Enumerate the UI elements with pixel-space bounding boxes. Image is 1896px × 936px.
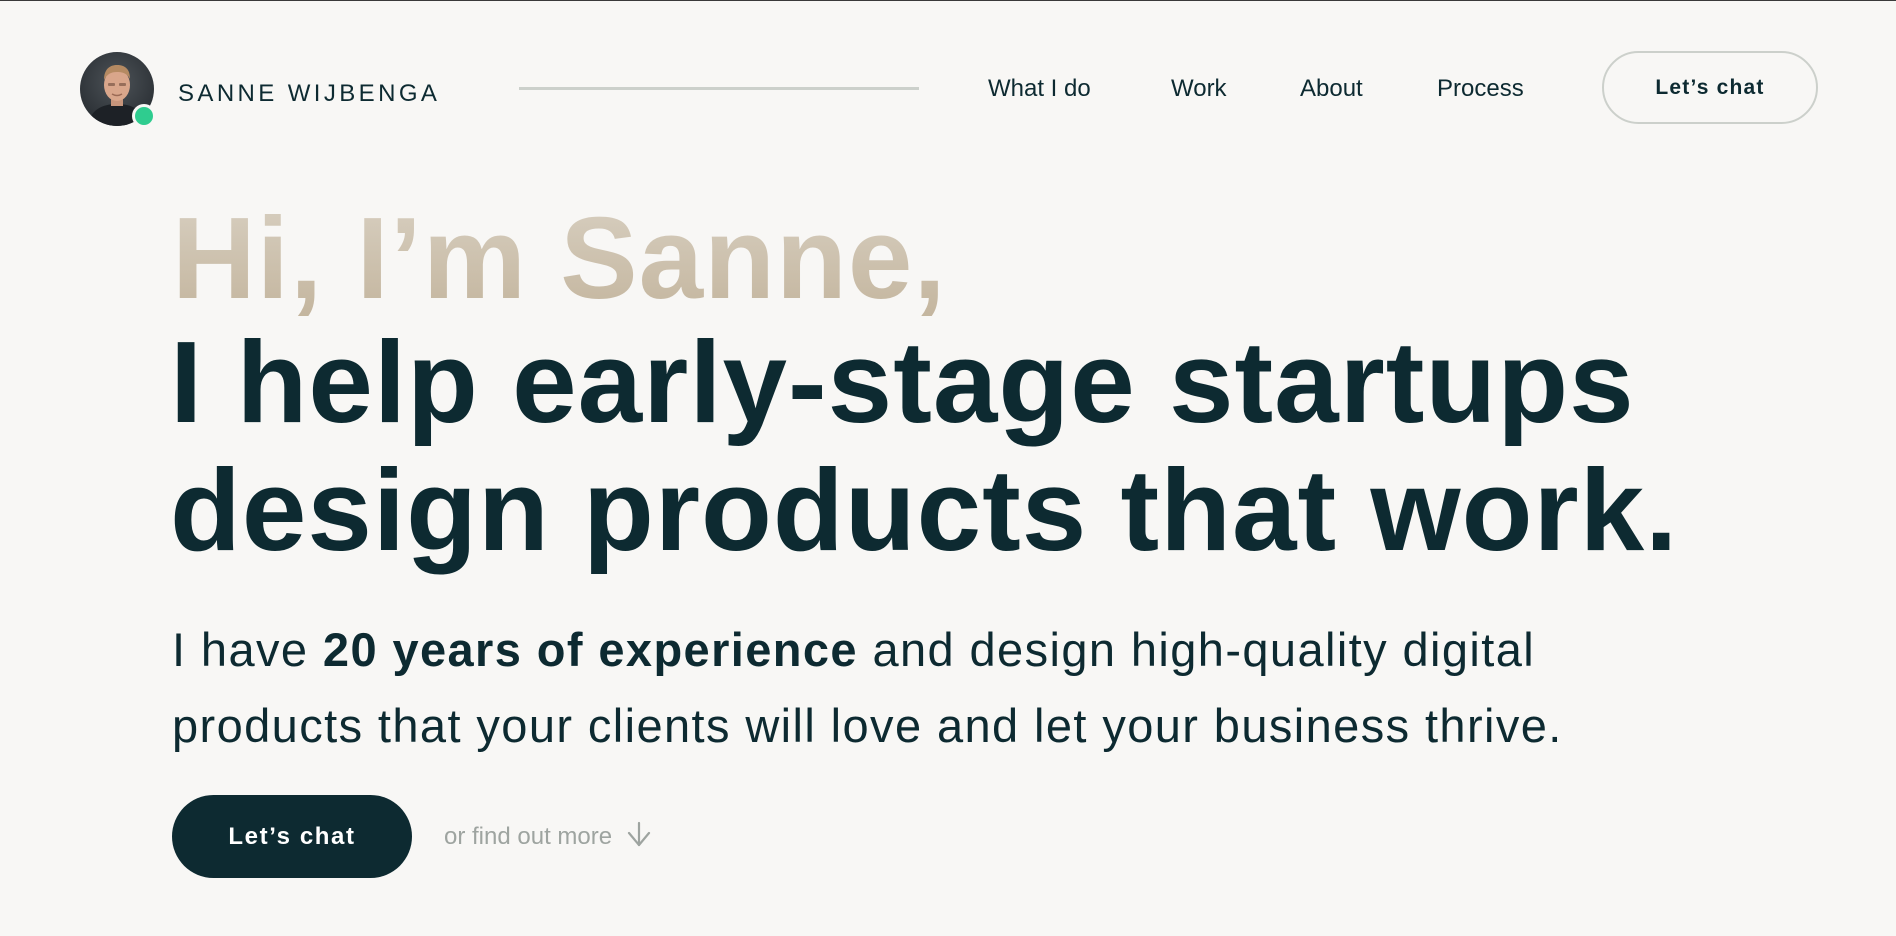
hero-subtitle-highlight: 20 years of experience [322,623,858,676]
hero-headline-line-2: design products that work. [170,445,1679,575]
hero-headline: I help early-stage startups design produ… [170,318,1678,574]
online-status-dot [132,104,156,128]
nav-item-about[interactable]: About [1300,75,1363,103]
hero-subtitle-line-2: products that your clients will love and… [172,699,1563,752]
hero-greeting: Hi, I’m Sanne, [172,188,947,328]
find-out-more-label: or find out more [444,823,613,850]
nav-item-what-i-do[interactable]: What I do [988,75,1091,103]
arrow-down-icon [627,821,651,847]
header-lets-chat-button[interactable]: Let’s chat [1602,51,1818,124]
avatar[interactable] [80,52,156,128]
brand-name[interactable]: SANNE WIJBENGA [178,80,440,108]
hero-subtitle-prefix: I have [172,623,323,676]
hero-subtitle-suffix: and design high-quality digital [857,623,1536,676]
nav-item-process[interactable]: Process [1437,75,1524,103]
nav-item-work[interactable]: Work [1171,75,1227,103]
hero-subtitle: I have 20 years of experience and design… [172,612,1563,764]
hero-headline-line-1: I help early-stage startups [170,317,1635,447]
site-header: SANNE WIJBENGA What I do Work About Proc… [0,0,1896,180]
header-divider [519,87,919,90]
find-out-more-link[interactable]: or find out more [444,821,654,851]
hero-lets-chat-button[interactable]: Let’s chat [172,795,412,878]
hero-subtitle-line-1: I have 20 years of experience and design… [172,612,1563,688]
